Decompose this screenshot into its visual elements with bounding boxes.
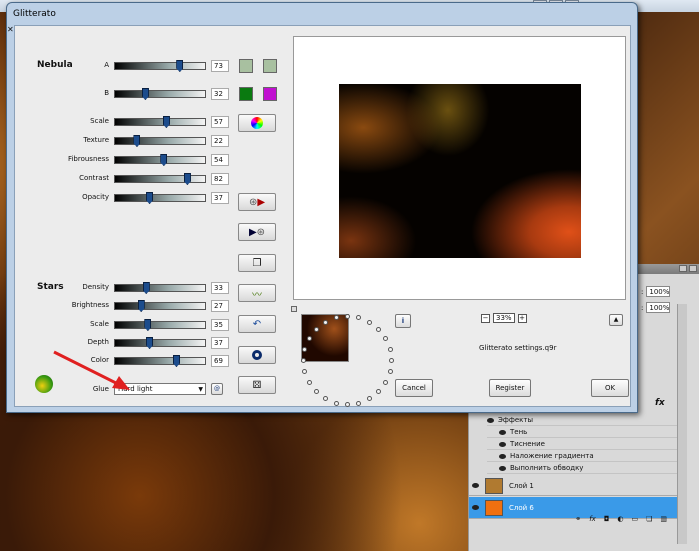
red-arrow-annotation bbox=[53, 350, 130, 390]
